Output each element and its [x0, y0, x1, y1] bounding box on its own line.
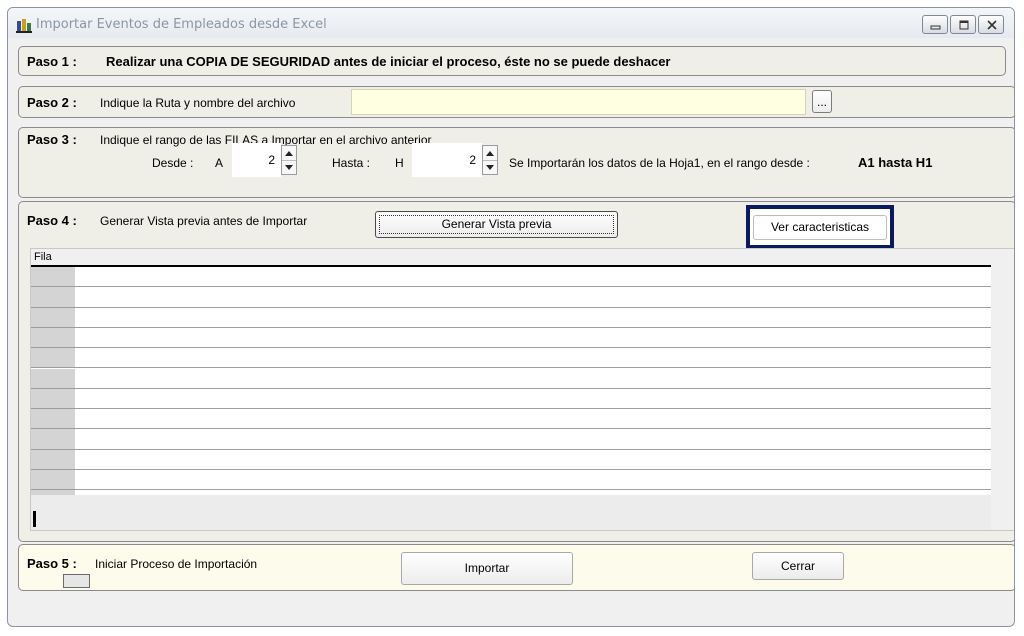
browse-button[interactable]: ...	[812, 90, 832, 113]
spin-down-icon	[486, 164, 494, 170]
from-spinner[interactable]	[281, 145, 297, 175]
grid-row-header[interactable]	[31, 307, 75, 328]
table-row[interactable]	[75, 287, 991, 308]
from-column: A	[215, 156, 224, 170]
progress-indicator	[63, 574, 90, 588]
table-row[interactable]	[75, 389, 991, 410]
close-button[interactable]: Cerrar	[752, 552, 844, 580]
grid-row-header[interactable]	[31, 429, 75, 450]
spin-down-icon	[285, 164, 293, 170]
table-row[interactable]	[75, 328, 991, 349]
grid-header: Fila	[31, 249, 991, 267]
import-button[interactable]: Importar	[401, 552, 573, 585]
grid-row-header[interactable]	[31, 470, 75, 491]
grid-row-header[interactable]	[31, 368, 75, 389]
grid-row-header[interactable]	[31, 327, 75, 349]
minimize-button[interactable]	[922, 15, 948, 34]
step2-label: Paso 2 :	[27, 95, 77, 110]
grid-footer	[31, 495, 991, 530]
range-value: A1 hasta H1	[858, 155, 933, 170]
close-window-button[interactable]	[978, 15, 1004, 34]
from-spin-down-button[interactable]	[282, 160, 296, 174]
step1-panel: Paso 1 : Realizar una COPIA DE SEGURIDAD…	[18, 46, 1006, 76]
from-row-input[interactable]: 2	[232, 143, 281, 177]
from-label: Desde :	[152, 156, 194, 170]
spin-up-icon	[486, 150, 494, 156]
minimize-icon	[930, 25, 941, 30]
table-row[interactable]	[75, 369, 991, 389]
grid-row-header[interactable]	[31, 267, 75, 288]
to-spinner[interactable]	[482, 145, 498, 175]
app-icon	[16, 19, 32, 33]
grid-row-header[interactable]	[31, 348, 75, 369]
to-label: Hasta :	[332, 156, 371, 170]
features-highlight: Ver caracteristicas	[746, 205, 894, 249]
table-row[interactable]	[75, 308, 991, 328]
from-spin-up-button[interactable]	[282, 146, 296, 161]
to-spin-up-button[interactable]	[483, 146, 497, 161]
generate-preview-label: Generar Vista previa	[441, 217, 552, 231]
step2-panel: Paso 2 : Indique la Ruta y nombre del ar…	[18, 86, 1014, 118]
title-bar[interactable]: Importar Eventos de Empleados desde Exce…	[8, 8, 1014, 38]
table-row[interactable]	[75, 267, 991, 288]
grid-column-header: Fila	[34, 251, 52, 263]
text-cursor	[33, 511, 36, 527]
preview-grid[interactable]: Fila	[30, 248, 1014, 531]
window-title: Importar Eventos de Empleados desde Exce…	[36, 17, 327, 32]
step2-text: Indique la Ruta y nombre del archivo	[100, 96, 296, 110]
vertical-scrollbar[interactable]	[991, 249, 1014, 530]
to-spin-down-button[interactable]	[483, 160, 497, 174]
file-path-input[interactable]	[351, 89, 806, 115]
step3-label: Paso 3 :	[27, 132, 77, 147]
close-icon	[987, 20, 997, 30]
to-column: H	[395, 156, 404, 170]
step4-text: Generar Vista previa antes de Importar	[100, 214, 308, 228]
table-row[interactable]	[75, 450, 991, 470]
table-row[interactable]	[75, 470, 991, 491]
main-window: Importar Eventos de Empleados desde Exce…	[7, 7, 1015, 627]
spin-up-icon	[285, 150, 293, 156]
step5-panel: Paso 5 : Iniciar Proceso de Importación …	[18, 544, 1014, 591]
step1-text: Realizar una COPIA DE SEGURIDAD antes de…	[106, 54, 671, 69]
table-row[interactable]	[75, 409, 991, 430]
step1-label: Paso 1 :	[27, 54, 77, 69]
table-row[interactable]	[75, 348, 991, 369]
step3-panel: Paso 3 : Indique el rango de las FILAS a…	[18, 127, 1014, 198]
generate-preview-button[interactable]: Generar Vista previa	[375, 211, 618, 238]
view-features-button[interactable]: Ver caracteristicas	[753, 215, 887, 240]
maximize-button[interactable]	[950, 15, 976, 34]
grid-row-header[interactable]	[31, 409, 75, 430]
grid-row-header[interactable]	[31, 287, 75, 308]
maximize-icon	[959, 20, 969, 30]
range-info-text: Se Importarán los datos de la Hoja1, en …	[509, 156, 810, 170]
step5-text: Iniciar Proceso de Importación	[95, 557, 258, 571]
grid-row-header[interactable]	[31, 388, 75, 410]
to-row-input[interactable]: 2	[412, 143, 482, 177]
grid-row-header[interactable]	[31, 449, 75, 470]
table-row[interactable]	[75, 429, 991, 450]
step5-label: Paso 5 :	[27, 556, 77, 571]
step4-label: Paso 4 :	[27, 213, 77, 228]
